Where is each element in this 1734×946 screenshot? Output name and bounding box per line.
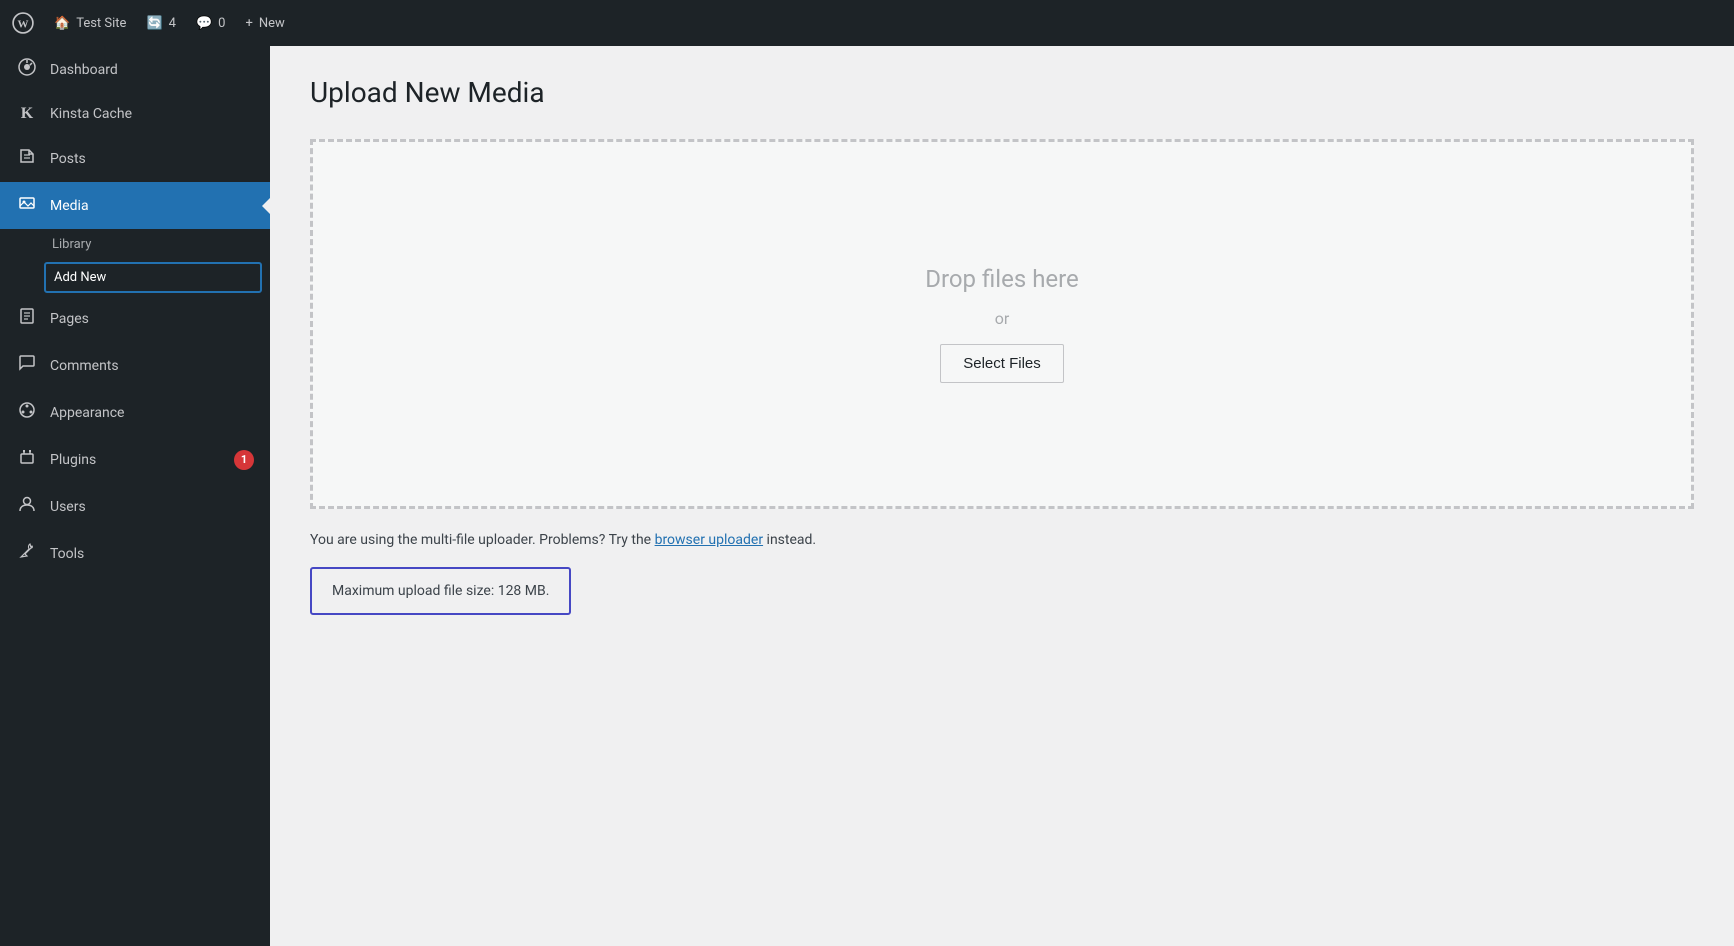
comments-icon: 💬 (196, 16, 212, 31)
main-content: Upload New Media Drop files here or Sele… (270, 46, 1734, 946)
dashboard-label: Dashboard (50, 62, 254, 78)
posts-label: Posts (50, 151, 254, 167)
max-size-label: Maximum upload file size: 128 MB. (332, 583, 549, 599)
comments-button[interactable]: 💬 0 (196, 16, 226, 31)
updates-button[interactable]: 🔄 4 (146, 16, 176, 31)
media-label: Media (50, 198, 254, 214)
users-icon (16, 495, 38, 518)
sidebar-item-users[interactable]: Users (0, 483, 270, 530)
sidebar-item-dashboard[interactable]: Dashboard (0, 46, 270, 93)
add-new-label: Add New (54, 270, 106, 285)
info-text-before: You are using the multi-file uploader. P… (310, 532, 655, 548)
sidebar-item-pages[interactable]: Pages (0, 295, 270, 342)
pages-svg (18, 307, 36, 325)
tools-icon (16, 542, 38, 565)
posts-icon (16, 147, 38, 170)
media-svg (18, 194, 36, 212)
plugins-badge: 1 (234, 450, 254, 470)
users-label: Users (50, 499, 254, 515)
site-name-label: Test Site (76, 16, 126, 31)
plus-icon: + (245, 16, 252, 31)
kinsta-icon: K (16, 105, 38, 123)
svg-text:W: W (18, 18, 29, 30)
site-name-button[interactable]: 🏠 Test Site (54, 16, 126, 31)
upload-dropzone[interactable]: Drop files here or Select Files (310, 139, 1694, 509)
appearance-label: Appearance (50, 405, 254, 421)
media-icon (16, 194, 38, 217)
comments-svg (18, 354, 36, 372)
plugins-icon (16, 448, 38, 471)
max-upload-size-box: Maximum upload file size: 128 MB. (310, 567, 571, 615)
tools-svg (18, 542, 36, 560)
wp-logo-button[interactable]: W (12, 12, 34, 34)
uploader-info-text: You are using the multi-file uploader. P… (310, 529, 1694, 551)
info-text-after: instead. (763, 532, 816, 548)
plugins-label: Plugins (50, 452, 222, 468)
wp-logo-icon: W (12, 12, 34, 34)
new-label: New (259, 16, 285, 31)
media-submenu: Library Add New (0, 229, 270, 293)
submenu-add-new[interactable]: Add New (44, 262, 262, 293)
sidebar-item-media[interactable]: Media (0, 182, 270, 229)
home-icon: 🏠 (54, 16, 70, 31)
pages-label: Pages (50, 311, 254, 327)
pages-icon (16, 307, 38, 330)
appearance-icon (16, 401, 38, 424)
page-title: Upload New Media (310, 76, 1694, 109)
sidebar: Dashboard K Kinsta Cache Posts (0, 46, 270, 946)
sidebar-item-tools[interactable]: Tools (0, 530, 270, 577)
submenu-library[interactable]: Library (0, 229, 270, 260)
admin-bar: W 🏠 Test Site 🔄 4 💬 0 + New (0, 0, 1734, 46)
browser-uploader-link[interactable]: browser uploader (655, 532, 764, 548)
plugins-svg (18, 448, 36, 466)
library-label: Library (52, 237, 91, 252)
tools-label: Tools (50, 546, 254, 562)
sidebar-item-comments[interactable]: Comments (0, 342, 270, 389)
dashboard-icon (16, 58, 38, 81)
updates-count: 4 (169, 16, 176, 31)
users-svg (18, 495, 36, 513)
new-content-button[interactable]: + New (245, 16, 284, 31)
comments-menu-label: Comments (50, 358, 254, 374)
sidebar-item-plugins[interactable]: Plugins 1 (0, 436, 270, 483)
comments-menu-icon (16, 354, 38, 377)
sidebar-item-posts[interactable]: Posts (0, 135, 270, 182)
updates-icon: 🔄 (146, 16, 162, 31)
posts-svg (18, 147, 36, 165)
appearance-svg (18, 401, 36, 419)
select-files-button[interactable]: Select Files (940, 344, 1064, 383)
comments-count: 0 (218, 16, 225, 31)
kinsta-label: Kinsta Cache (50, 106, 254, 122)
sidebar-item-kinsta[interactable]: K Kinsta Cache (0, 93, 270, 135)
sidebar-item-appearance[interactable]: Appearance (0, 389, 270, 436)
drop-files-text: Drop files here (925, 265, 1079, 293)
or-text: or (995, 309, 1010, 328)
dashboard-svg (18, 58, 36, 76)
